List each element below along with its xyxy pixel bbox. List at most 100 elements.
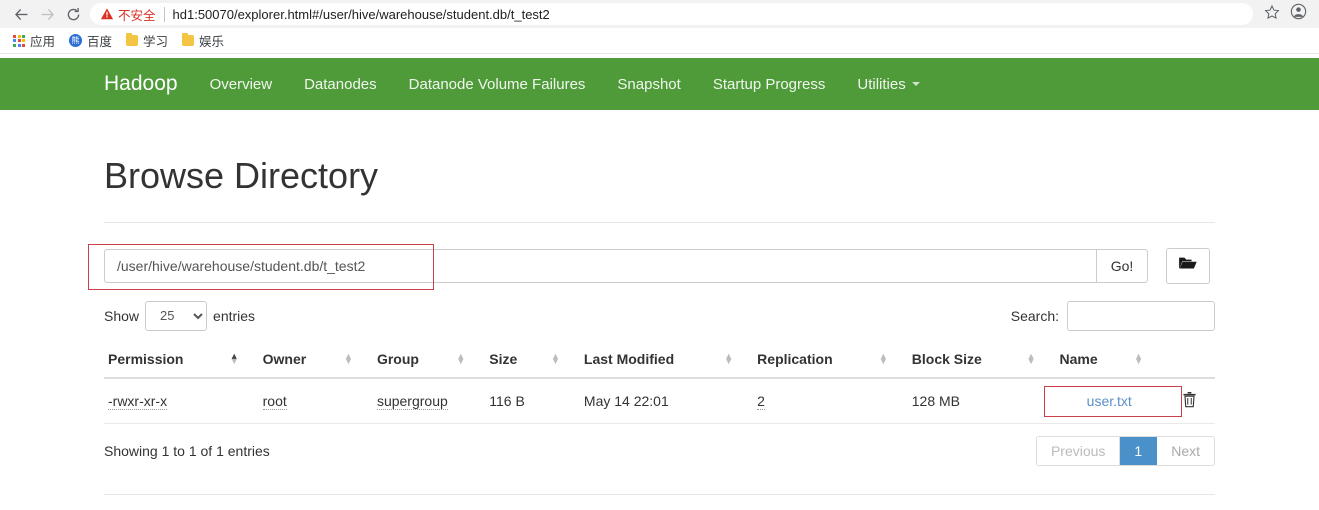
cell-size: 116 B xyxy=(485,377,580,424)
page-size-select[interactable]: 25 50 100 xyxy=(145,300,208,331)
files-table-head: Permission Owner Group xyxy=(104,342,1215,379)
column-header-owner[interactable]: Owner xyxy=(258,342,373,379)
go-button[interactable]: Go! xyxy=(1096,248,1148,283)
column-header-permission[interactable]: Permission xyxy=(104,342,259,379)
cell-name: user.txt xyxy=(1055,377,1163,424)
main-container: Browse Directory Go! Show 25 50 100 entr… xyxy=(0,156,1319,466)
open-folder-icon xyxy=(1178,255,1198,276)
sort-icon xyxy=(1134,354,1143,364)
bookmark-study-folder[interactable]: 学习 xyxy=(119,30,175,52)
chevron-down-icon xyxy=(911,82,920,86)
cell-block-size: 128 MB xyxy=(907,377,1056,424)
search-label: Search: xyxy=(1010,307,1059,324)
not-secure-label: 不安全 xyxy=(118,7,156,23)
column-header-name[interactable]: Name xyxy=(1055,342,1163,379)
bookmark-baidu[interactable]: 熊 百度 xyxy=(62,30,119,52)
nav-item-startup-progress[interactable]: Startup Progress xyxy=(697,76,842,93)
entries-length-control: Show 25 50 100 entries xyxy=(104,300,256,331)
reload-button[interactable] xyxy=(60,1,86,27)
bookmark-star-button[interactable] xyxy=(1259,1,1285,27)
nav-label: Datanode Volume Failures xyxy=(408,75,586,93)
entries-info: Showing 1 to 1 of 1 entries xyxy=(104,442,270,459)
nav-label: Startup Progress xyxy=(712,75,826,93)
files-table-body: -rwxr-xr-x root supergroup 116 B May 14 … xyxy=(104,377,1215,424)
nav-label: Overview xyxy=(209,75,273,93)
column-header-block-size[interactable]: Block Size xyxy=(907,342,1056,379)
column-label: Owner xyxy=(262,350,307,367)
column-label: Permission xyxy=(108,350,184,367)
owner-value[interactable]: root xyxy=(262,392,287,410)
pagination-previous[interactable]: Previous xyxy=(1036,436,1121,465)
permission-value[interactable]: -rwxr-xr-x xyxy=(108,392,168,410)
reload-icon xyxy=(65,6,82,23)
sort-icon xyxy=(344,354,353,364)
directory-path-input[interactable] xyxy=(104,248,1096,283)
profile-avatar-icon xyxy=(1290,3,1307,25)
apps-grid-icon xyxy=(13,34,25,47)
bookmark-entertainment-folder[interactable]: 娱乐 xyxy=(175,30,231,52)
pagination: Previous 1 Next xyxy=(1035,435,1215,466)
column-label: Name xyxy=(1059,350,1098,367)
sort-icon xyxy=(879,354,888,364)
show-label: Show xyxy=(104,307,140,324)
bookmarks-bar: 应用 熊 百度 学习 娱乐 xyxy=(0,28,1319,54)
table-header-row: Permission Owner Group xyxy=(104,342,1215,379)
cell-permission: -rwxr-xr-x xyxy=(104,377,259,424)
sort-icon xyxy=(551,354,560,364)
nav-item-datanodes[interactable]: Datanodes xyxy=(288,76,393,93)
nav-label: Utilities xyxy=(857,75,906,93)
pagination-page-1[interactable]: 1 xyxy=(1120,436,1158,465)
pagination-next[interactable]: Next xyxy=(1157,436,1214,465)
nav-label: Datanodes xyxy=(304,75,377,93)
nav-item-utilities[interactable]: Utilities xyxy=(841,76,935,93)
cell-replication: 2 xyxy=(753,377,908,424)
sort-icon xyxy=(724,354,733,364)
nav-item-snapshot[interactable]: Snapshot xyxy=(601,76,696,93)
bookmark-label: 应用 xyxy=(30,34,56,49)
baidu-icon: 熊 xyxy=(69,34,83,47)
table-footer: Showing 1 to 1 of 1 entries Previous 1 N… xyxy=(104,435,1215,466)
create-directory-button[interactable] xyxy=(1166,247,1210,284)
url-text: hd1:50070/explorer.html#/user/hive/wareh… xyxy=(172,6,550,22)
search-input[interactable] xyxy=(1067,300,1215,331)
hadoop-brand[interactable]: Hadoop xyxy=(104,72,194,96)
path-input-group: Go! xyxy=(104,248,1148,283)
hadoop-navbar: Hadoop Overview Datanodes Datanode Volum… xyxy=(0,58,1319,110)
sort-icon xyxy=(1027,354,1036,364)
folder-icon xyxy=(182,33,195,46)
profile-button[interactable] xyxy=(1285,1,1311,27)
replication-value[interactable]: 2 xyxy=(757,392,765,410)
table-controls: Show 25 50 100 entries Search: xyxy=(104,300,1215,331)
trash-icon[interactable] xyxy=(1182,391,1197,411)
column-header-actions xyxy=(1163,342,1215,379)
address-bar[interactable]: 不安全 hd1:50070/explorer.html#/user/hive/w… xyxy=(90,3,1253,25)
column-header-replication[interactable]: Replication xyxy=(753,342,908,379)
bookmark-apps[interactable]: 应用 xyxy=(6,30,62,52)
not-secure-warning-icon xyxy=(100,7,114,21)
sort-icon xyxy=(456,354,465,364)
cell-actions xyxy=(1163,377,1215,424)
bookmark-label: 娱乐 xyxy=(199,34,225,49)
file-name-link[interactable]: user.txt xyxy=(1087,393,1132,409)
group-value[interactable]: supergroup xyxy=(376,392,448,410)
nav-item-overview[interactable]: Overview xyxy=(194,76,289,93)
nav-label: Snapshot xyxy=(617,75,681,93)
column-label: Size xyxy=(489,350,518,367)
search-control: Search: xyxy=(1010,300,1215,331)
column-label: Replication xyxy=(757,350,833,367)
forward-button[interactable] xyxy=(34,1,60,27)
cell-owner: root xyxy=(258,377,373,424)
page-title: Browse Directory xyxy=(104,156,1215,223)
folder-icon xyxy=(126,33,139,46)
column-header-last-modified[interactable]: Last Modified xyxy=(579,342,754,379)
path-bar-row: Go! xyxy=(104,247,1215,285)
back-button[interactable] xyxy=(8,1,34,27)
browser-toolbar: 不安全 hd1:50070/explorer.html#/user/hive/w… xyxy=(0,0,1319,28)
entries-label: entries xyxy=(213,307,256,324)
column-label: Block Size xyxy=(911,350,982,367)
column-header-group[interactable]: Group xyxy=(372,342,486,379)
column-header-size[interactable]: Size xyxy=(485,342,580,379)
cell-group: supergroup xyxy=(372,377,486,424)
column-label: Group xyxy=(376,350,419,367)
nav-item-datanode-volume-failures[interactable]: Datanode Volume Failures xyxy=(393,76,602,93)
